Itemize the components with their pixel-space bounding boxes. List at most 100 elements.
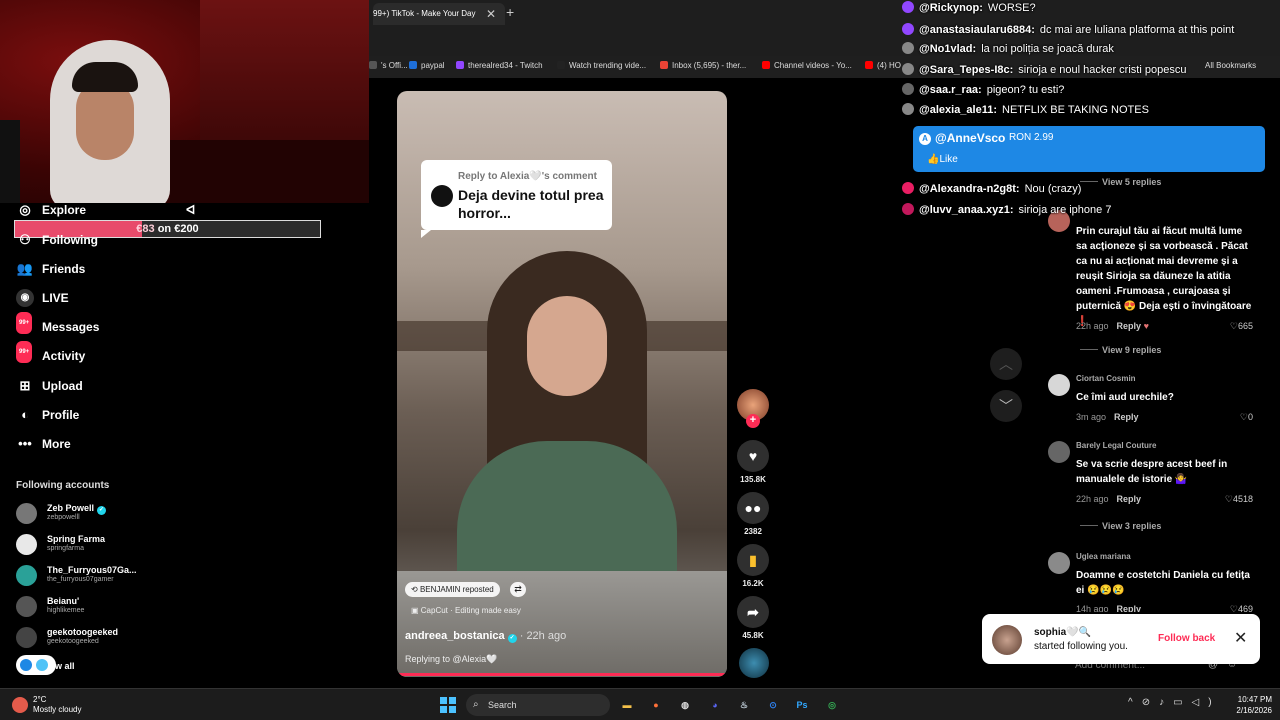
messages-icon: ✉99+: [16, 312, 34, 336]
chat-text: sirioja e noul hacker cristi popescu: [1018, 64, 1187, 76]
comment-username[interactable]: Uglea mariana: [1076, 552, 1131, 561]
repost-badge[interactable]: ⟲ BENJAMIN reposted: [405, 582, 500, 597]
sidebar-item-label: Profile: [42, 408, 80, 422]
sidebar-item-upload[interactable]: ⊞ Upload: [16, 376, 83, 396]
reply-button[interactable]: Reply: [1117, 604, 1142, 612]
sidebar-item-live[interactable]: ◉ LIVE: [16, 288, 69, 308]
bookmark-item[interactable]: Channel videos - Yo...: [762, 61, 852, 70]
taskbar-clock[interactable]: 10:47 PM 2/16/2026: [1222, 694, 1272, 716]
new-tab-button[interactable]: +: [506, 4, 514, 20]
account-name: Spring Farma: [47, 534, 106, 544]
reply-button[interactable]: Reply: [1117, 321, 1142, 331]
account-handle: zebpowelll: [47, 514, 80, 521]
sidebar-item-more[interactable]: ••• More: [16, 434, 71, 454]
comment-username[interactable]: Barely Legal Couture: [1076, 441, 1156, 450]
save-button[interactable]: ▮ 16.2K: [737, 544, 769, 588]
following-account[interactable]: Spring Farma springfarma: [16, 531, 146, 559]
following-icon: ⚇: [19, 232, 31, 247]
comment-text: Se va scrie despre acest beef in manuale…: [1076, 459, 1228, 485]
chevron-up-icon[interactable]: ^: [1128, 697, 1142, 708]
chat-username: @No1vlad:: [919, 43, 977, 55]
file-explorer-icon[interactable]: ▬: [618, 696, 636, 714]
bookmark-item[interactable]: Watch trending vide...: [557, 61, 646, 70]
view-replies-link[interactable]: View 3 replies: [1080, 521, 1161, 531]
firefox-icon[interactable]: ●: [647, 696, 665, 714]
following-account[interactable]: The_Furryous07Ga... the_furryous07gamer: [16, 562, 146, 590]
comment-like-button[interactable]: ♡469: [1230, 604, 1253, 612]
following-account[interactable]: Zeb Powell ✓ zebpowelll: [16, 500, 146, 528]
chat-username: @Rickynop:: [919, 2, 983, 14]
comment-like-button[interactable]: ♡665: [1230, 321, 1253, 332]
explore-icon: ◎: [19, 202, 31, 217]
comment-like-button[interactable]: ♡4518: [1225, 494, 1253, 505]
chevron-up-icon: ︿: [999, 356, 1013, 372]
obs-icon[interactable]: ◍: [676, 696, 694, 714]
share-button[interactable]: ➦ 45.8K: [737, 596, 769, 640]
bookmark-item[interactable]: paypal: [409, 61, 445, 70]
follow-plus-icon[interactable]: +: [746, 414, 760, 428]
system-tray[interactable]: ^⊘♪▭◁): [1128, 697, 1221, 708]
steam-icon[interactable]: ♨: [735, 696, 753, 714]
see-all-link[interactable]: ew all: [50, 661, 75, 671]
next-video-button[interactable]: ﹀: [990, 390, 1022, 422]
tab-close-icon[interactable]: ✕: [486, 3, 496, 25]
follow-back-button[interactable]: Follow back: [1158, 633, 1215, 644]
view-replies-link[interactable]: View 5 replies: [1080, 177, 1161, 187]
chrome-icon[interactable]: ◎: [823, 696, 841, 714]
reply-comment-card[interactable]: Reply to Alexia🤍's comment Deja devine t…: [421, 160, 612, 238]
sidebar-item-following[interactable]: ⚇ Following: [16, 230, 98, 250]
chat-badge-icon: [902, 182, 914, 194]
video-age: · 22h ago: [519, 630, 567, 642]
reply-button[interactable]: Reply: [1114, 412, 1139, 422]
browser-tab[interactable]: 99+) TikTok - Make Your Day ✕: [373, 3, 505, 25]
avatar: [36, 659, 48, 671]
replying-to-text: Replying to @Alexia🤍: [405, 654, 498, 664]
sidebar-item-messages[interactable]: ✉99+ Messages: [16, 312, 99, 337]
comment-item: Barely Legal Couture Se va scrie despre …: [1048, 441, 1258, 506]
photoshop-icon[interactable]: Ps: [793, 696, 811, 714]
bookmark-item[interactable]: (4) HO: [865, 61, 901, 70]
comment-icon: ●●: [737, 492, 769, 524]
avatar: [16, 565, 37, 586]
comment-button[interactable]: ●● 2382: [737, 492, 769, 536]
toast-username[interactable]: sophia🤍🔍: [1034, 627, 1091, 638]
music-disc-icon[interactable]: [739, 648, 769, 678]
close-icon[interactable]: ✕: [1234, 628, 1247, 648]
reply-text: Deja devine totul prea horror...: [458, 187, 604, 221]
discord-icon[interactable]: ◕: [706, 696, 724, 714]
avatar: [16, 503, 37, 524]
app-icon[interactable]: ⊙: [764, 696, 782, 714]
previous-video-button[interactable]: ︿: [990, 348, 1022, 380]
bookmark-favicon-icon: [456, 61, 464, 69]
sidebar-item-friends[interactable]: 👥 Friends: [16, 259, 85, 279]
repost-toggle-icon[interactable]: ⇄: [510, 582, 526, 597]
bookmark-item[interactable]: 's Offi...: [369, 61, 408, 70]
reply-button[interactable]: Reply: [1117, 494, 1142, 504]
bookmark-item[interactable]: Inbox (5,695) - ther...: [660, 61, 746, 70]
following-account[interactable]: Beianu' highlikemee: [16, 593, 146, 621]
following-account[interactable]: geekotoogeeked geekotoogeeked: [16, 624, 146, 652]
bookmark-item[interactable]: therealred34 - Twitch: [456, 61, 543, 70]
sidebar-item-activity[interactable]: ♥99+ Activity: [16, 341, 85, 366]
view-replies-link[interactable]: View 9 replies: [1080, 345, 1161, 355]
chat-message: @Sara_Tepes-I8c: sirioja e noul hacker cr…: [902, 63, 1186, 77]
video-author[interactable]: andreea_bostanica ✓ · 22h ago: [405, 630, 566, 643]
all-bookmarks-button[interactable]: All Bookmarks: [1205, 61, 1256, 70]
sidebar-item-profile[interactable]: ◐ Profile: [16, 405, 79, 425]
video-progress-bar[interactable]: [397, 673, 727, 676]
tab-title: 99+) TikTok - Make Your Day: [373, 9, 476, 18]
taskbar-search[interactable]: ⌕ Search: [466, 694, 610, 716]
capcut-link[interactable]: ▣ CapCut · Editing made easy: [411, 606, 521, 615]
comment-username[interactable]: Ciortan Cosmin: [1076, 374, 1136, 383]
chat-username: @luvv_anaa.xyz1:: [919, 204, 1014, 216]
sidebar-item-explore[interactable]: ◎ Explore ᐊ: [16, 200, 195, 220]
creator-liked-icon: ♥: [1143, 321, 1149, 331]
windows-start-icon[interactable]: [440, 697, 456, 713]
notification-badge: 99+: [16, 341, 33, 363]
bookmark-label: paypal: [421, 61, 445, 70]
comment-like-button[interactable]: ♡0: [1240, 412, 1253, 423]
like-count: 135.8K: [740, 475, 766, 484]
share-count: 45.8K: [742, 631, 764, 640]
like-button[interactable]: ♥ 135.8K: [737, 440, 769, 484]
collapse-icon[interactable]: ᐊ: [186, 200, 195, 220]
